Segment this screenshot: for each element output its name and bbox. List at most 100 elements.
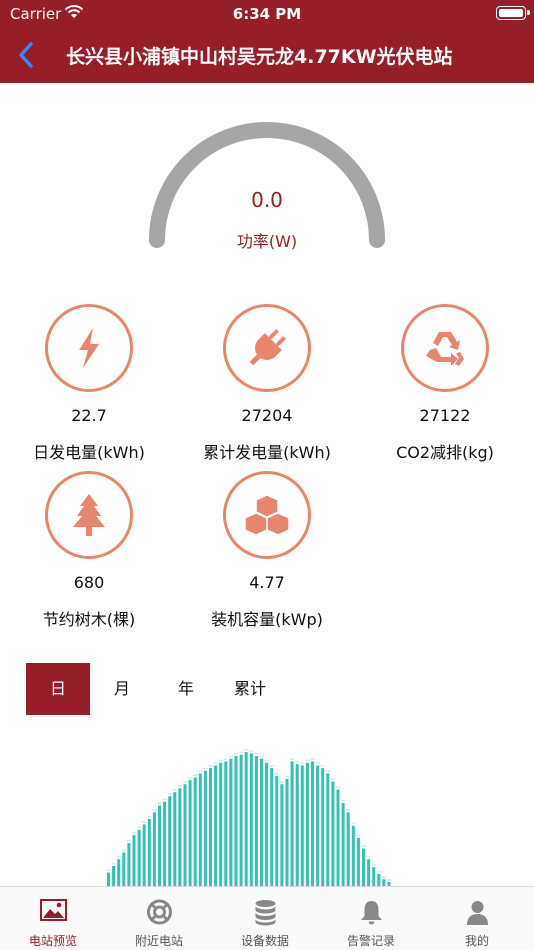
chart-bar-cap bbox=[356, 834, 361, 837]
chart-bar-cap bbox=[223, 758, 228, 760]
chart-bar bbox=[203, 770, 207, 886]
tab-cumulative[interactable]: 累计 bbox=[218, 663, 282, 715]
tabbar-label: 告警记录 bbox=[346, 934, 395, 948]
stat-total-generation: 27204 累计发电量(kWh) bbox=[178, 304, 356, 463]
stat-label: CO2减排(kg) bbox=[396, 443, 494, 462]
chart-bar bbox=[270, 768, 274, 886]
power-label: 功率(W) bbox=[236, 232, 298, 251]
clock: 6:34 PM bbox=[232, 5, 302, 23]
boxes-icon bbox=[244, 494, 290, 536]
chart-bar-cap bbox=[320, 765, 325, 767]
bell-icon bbox=[361, 901, 382, 925]
chart-bar bbox=[367, 859, 371, 886]
stat-label: 节约树木(棵) bbox=[42, 610, 136, 629]
chart-bar bbox=[142, 824, 146, 886]
chart-bar bbox=[198, 773, 202, 886]
tab-day[interactable]: 日 bbox=[26, 663, 90, 715]
chart-bar bbox=[316, 765, 320, 886]
stat-value: 27204 bbox=[241, 406, 293, 425]
chart-bar bbox=[341, 802, 345, 886]
user-icon bbox=[467, 901, 488, 925]
chart-bar-cap bbox=[116, 856, 121, 858]
tabbar-nearby-stations[interactable]: 附近电站 bbox=[106, 887, 212, 950]
chart-bar-cap bbox=[290, 758, 295, 760]
chart-bar bbox=[158, 805, 161, 886]
tabbar-mine[interactable]: 我的 bbox=[424, 887, 530, 950]
chart-bar bbox=[173, 792, 177, 886]
chart-bar bbox=[254, 756, 258, 886]
chart-bar-cap bbox=[285, 775, 289, 778]
chart-bar-cap bbox=[315, 762, 320, 764]
chart-bar bbox=[275, 776, 279, 886]
chart-bar-cap bbox=[234, 753, 238, 755]
chart-bar-cap bbox=[376, 870, 381, 873]
stat-trees-saved: 680 节约树木(棵) bbox=[0, 471, 178, 630]
chart-bar-cap bbox=[198, 770, 203, 772]
chart-bar-cap bbox=[111, 862, 116, 865]
chart-bar-cap bbox=[183, 781, 187, 783]
chart-bar-cap bbox=[167, 793, 172, 795]
chart-bar bbox=[305, 762, 309, 886]
chart-bar-cap bbox=[366, 856, 371, 858]
chart-bar-cap bbox=[142, 821, 147, 823]
chart-bar bbox=[372, 867, 376, 886]
tab-month[interactable]: 月 bbox=[90, 663, 154, 715]
chart-bar bbox=[260, 758, 263, 886]
chart-bar bbox=[163, 801, 167, 886]
chart-bar-cap bbox=[361, 845, 366, 847]
tree-icon bbox=[73, 494, 105, 536]
database-icon bbox=[255, 900, 276, 926]
chart-bar bbox=[234, 756, 238, 886]
chart-bar-cap bbox=[228, 755, 233, 758]
chart-bar bbox=[244, 752, 248, 886]
chart-bar bbox=[249, 753, 253, 886]
battery-icon bbox=[496, 6, 530, 20]
stat-value: 680 bbox=[73, 573, 105, 592]
stat-label: 装机容量(kWp) bbox=[211, 610, 323, 629]
chart-bar-cap bbox=[295, 761, 300, 763]
tabbar-label: 附近电站 bbox=[134, 934, 183, 948]
chart-bar-cap bbox=[300, 762, 305, 764]
chart-bar-cap bbox=[177, 785, 182, 787]
chart-bar-cap bbox=[310, 758, 315, 760]
chart-bar bbox=[326, 773, 330, 886]
chart-bar-cap bbox=[193, 774, 198, 776]
chart-bar-cap bbox=[279, 781, 284, 783]
chart-bar-cap bbox=[172, 789, 177, 791]
chart-bar-cap bbox=[249, 750, 254, 752]
chart-bar-cap bbox=[121, 849, 126, 851]
tabbar-station-preview[interactable]: 电站预览 bbox=[0, 887, 106, 950]
chart-bar-cap bbox=[157, 802, 162, 805]
power-value: 0.0 bbox=[251, 188, 283, 212]
chart-bar-cap bbox=[269, 765, 274, 767]
tabbar-device-data[interactable]: 设备数据 bbox=[212, 887, 318, 950]
chart-bar bbox=[152, 812, 156, 886]
tabbar-label: 电站预览 bbox=[28, 934, 77, 948]
chart-bar bbox=[336, 789, 340, 886]
chart-bar-cap bbox=[208, 765, 213, 767]
chart-bar bbox=[137, 829, 141, 886]
stat-co2-reduction: 27122 CO2减排(kg) bbox=[356, 304, 534, 463]
chart-bar bbox=[188, 780, 192, 886]
chart-bar bbox=[331, 781, 335, 886]
chart-bar bbox=[311, 761, 314, 886]
chart-bar-cap bbox=[239, 751, 244, 754]
chart-bar-cap bbox=[213, 762, 218, 764]
chart-bar-cap bbox=[264, 759, 269, 762]
stat-label: 累计发电量(kWh) bbox=[203, 443, 331, 462]
chart-bar bbox=[209, 768, 212, 886]
back-icon[interactable] bbox=[12, 40, 42, 70]
chart-bar-cap bbox=[346, 809, 351, 811]
chart-bar bbox=[107, 872, 110, 886]
chart-bar-cap bbox=[387, 879, 391, 881]
chart-bar-cap bbox=[336, 786, 340, 788]
chart-bar bbox=[300, 765, 304, 886]
chart-bar bbox=[224, 761, 228, 886]
chart-bar bbox=[362, 848, 365, 886]
tab-year[interactable]: 年 bbox=[154, 663, 218, 715]
chart-bar bbox=[351, 825, 355, 886]
chart-bar-cap bbox=[244, 749, 249, 751]
tabbar-alarm-records[interactable]: 告警记录 bbox=[318, 887, 424, 950]
chart-bar bbox=[280, 784, 284, 886]
power-chart bbox=[106, 749, 391, 886]
